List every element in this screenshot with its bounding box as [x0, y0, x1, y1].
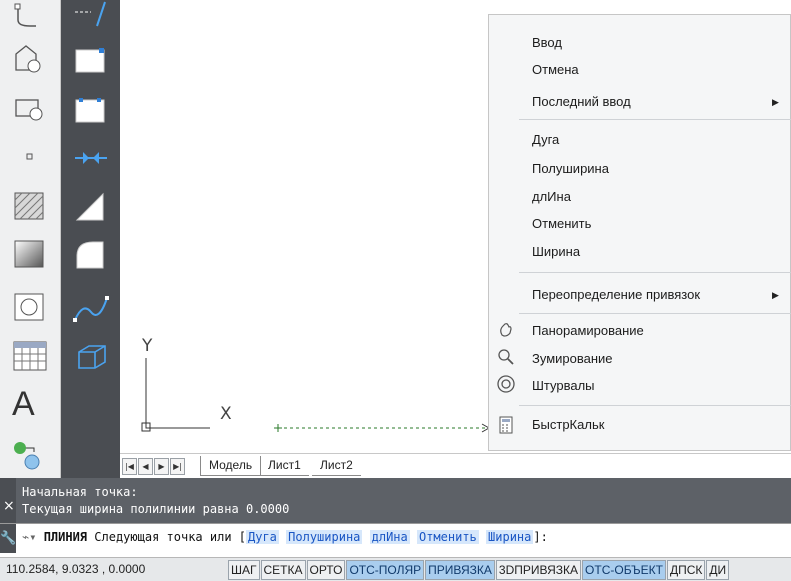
- ortho-toggle[interactable]: ОРТО: [306, 560, 346, 580]
- ducs-toggle[interactable]: ДПСК: [667, 560, 706, 580]
- menu-item-arc[interactable]: Дуга: [532, 130, 559, 150]
- option-length[interactable]: длИна: [369, 530, 410, 544]
- menu-item-width[interactable]: Ширина: [532, 242, 580, 262]
- coordinate-readout: 110.2584, 9.0323 , 0.0000: [6, 562, 146, 576]
- history-line: Текущая ширина полилинии равна 0.0000: [22, 502, 290, 516]
- ucs-x-label: X: [220, 404, 232, 424]
- menu-separator: [519, 272, 791, 273]
- option-arc[interactable]: Дуга: [246, 530, 279, 544]
- 3d-box-icon[interactable]: [71, 338, 111, 374]
- make-block-icon[interactable]: [10, 92, 50, 128]
- table-tool-icon[interactable]: [10, 338, 50, 374]
- block-insert-icon[interactable]: [10, 42, 50, 78]
- chamfer-tool-icon[interactable]: [71, 188, 111, 224]
- osnap-toggle[interactable]: ПРИВЯЗКА: [425, 560, 495, 580]
- rectangle-tool-icon[interactable]: [71, 42, 111, 78]
- zoom-icon: [498, 349, 514, 365]
- polar-toggle[interactable]: ОТС-ПОЛЯР: [346, 560, 425, 580]
- context-menu: Ввод Отмена Последний ввод ▶ Дуга Полуши…: [488, 14, 791, 451]
- option-halfwidth[interactable]: Полуширина: [286, 530, 363, 544]
- wrench-icon[interactable]: 🔧: [0, 524, 16, 553]
- submenu-arrow-icon: ▶: [772, 97, 779, 107]
- command-name: ПЛИНИЯ: [43, 530, 88, 544]
- otrack-toggle[interactable]: ОТС-ОБЪЕКТ: [582, 560, 666, 580]
- command-prompt: ⌁▾ ПЛИНИЯ Следующая точка или [Дуга Полу…: [22, 530, 548, 544]
- pan-icon: [500, 323, 512, 337]
- tab-sheet2[interactable]: Лист2: [312, 456, 361, 476]
- tab-navigation: |◀ ◀ ▶ ▶|: [122, 458, 186, 475]
- dyn-toggle[interactable]: ДИ: [706, 560, 730, 580]
- hatch-tool-icon[interactable]: [10, 188, 50, 224]
- point-tool-icon[interactable]: [10, 140, 50, 176]
- polyline-command-icon: ⌁▾: [22, 530, 44, 544]
- spline-tool-icon[interactable]: [71, 290, 111, 326]
- snap-toggle[interactable]: ШАГ: [228, 560, 260, 580]
- menu-item-recent-input[interactable]: Последний ввод: [532, 92, 631, 112]
- next-tab-button[interactable]: ▶: [154, 458, 169, 475]
- menu-item-cancel[interactable]: Отмена: [532, 60, 579, 80]
- menu-item-snap-overrides[interactable]: Переопределение привязок: [532, 285, 700, 305]
- text-tool-icon[interactable]: A: [10, 386, 50, 422]
- prompt-text: Следующая точка или [: [94, 530, 246, 544]
- prev-tab-button[interactable]: ◀: [138, 458, 153, 475]
- menu-item-length[interactable]: длИна: [532, 187, 571, 207]
- calculator-icon: [499, 416, 513, 434]
- history-line: Начальная точка:: [22, 485, 138, 499]
- menu-item-quickcalc[interactable]: БыстрКальк: [532, 415, 604, 435]
- rectangle-corners-icon[interactable]: [71, 92, 111, 128]
- fillet-tool-icon[interactable]: [71, 236, 111, 272]
- menu-item-zoom[interactable]: Зумирование: [532, 349, 613, 369]
- region-tool-icon[interactable]: [10, 290, 50, 326]
- tab-sheet1[interactable]: Лист1: [260, 456, 309, 476]
- menu-item-enter[interactable]: Ввод: [532, 33, 562, 53]
- layout-tab-bar: |◀ ◀ ▶ ▶| Модель Лист1 Лист2: [120, 453, 791, 478]
- command-line[interactable]: 🔧 ⌁▾ ПЛИНИЯ Следующая точка или [Дуга По…: [0, 523, 791, 553]
- close-icon[interactable]: ×: [3, 498, 15, 514]
- arc-tool-icon[interactable]: [10, 0, 50, 36]
- tab-model[interactable]: Модель: [200, 456, 262, 476]
- option-width[interactable]: Ширина: [486, 530, 534, 544]
- command-history: × Начальная точка: Текущая ширина полили…: [0, 478, 791, 523]
- steering-wheel-icon: [497, 375, 515, 393]
- draw-toolbar-left: A: [0, 0, 61, 478]
- prompt-suffix: ]:: [533, 530, 548, 544]
- menu-item-steering-wheels[interactable]: Штурвалы: [532, 376, 595, 396]
- menu-separator: [519, 313, 791, 314]
- modify-toolbar: [61, 0, 120, 478]
- status-bar: 110.2584, 9.0323 , 0.0000 ШАГ СЕТКА ОРТО…: [0, 557, 791, 581]
- menu-item-halfwidth[interactable]: Полуширина: [532, 159, 609, 179]
- last-tab-button[interactable]: ▶|: [170, 458, 185, 475]
- option-undo[interactable]: Отменить: [416, 530, 479, 544]
- status-toggle-group: ШАГ СЕТКА ОРТО ОТС-ПОЛЯР ПРИВЯЗКА 3DПРИВ…: [228, 560, 730, 580]
- ray-tool-icon[interactable]: [71, 0, 111, 32]
- menu-item-pan[interactable]: Панорамирование: [532, 321, 644, 341]
- join-tool-icon[interactable]: [71, 140, 111, 176]
- submenu-arrow-icon: ▶: [772, 290, 779, 300]
- ucs-y-label: Y: [142, 336, 153, 356]
- gradient-tool-icon[interactable]: [10, 236, 50, 272]
- grid-toggle[interactable]: СЕТКА: [260, 560, 306, 580]
- 3dosnap-toggle[interactable]: 3DПРИВЯЗКА: [495, 560, 582, 580]
- first-tab-button[interactable]: |◀: [122, 458, 137, 475]
- add-selected-icon[interactable]: [10, 436, 50, 472]
- menu-item-undo[interactable]: Отменить: [532, 214, 591, 234]
- menu-separator: [519, 405, 791, 406]
- menu-separator: [519, 119, 791, 120]
